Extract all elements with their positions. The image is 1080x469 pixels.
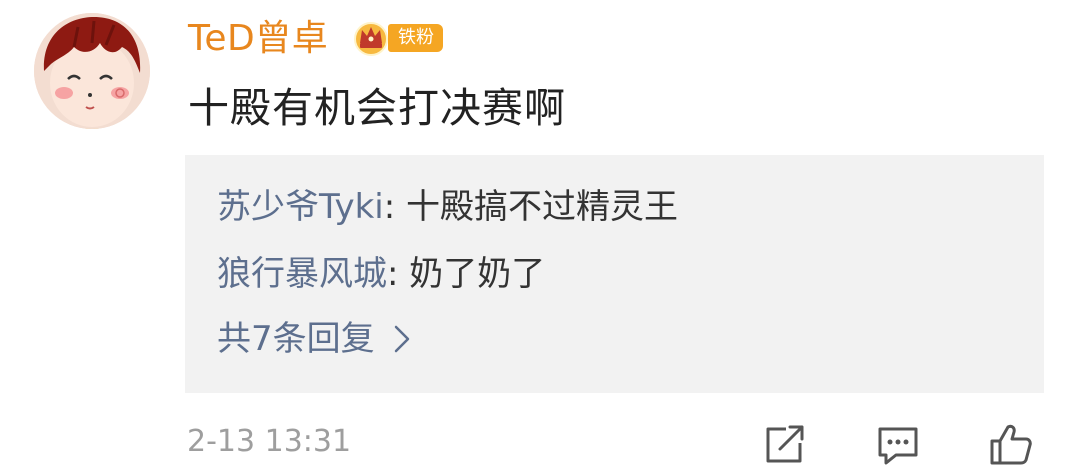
reply-text: 十殿搞不过精灵王 [406, 187, 678, 227]
reply-preview-box[interactable]: 苏少爷Tyki: 十殿搞不过精灵王 狼行暴风城: 奶了奶了 共7条回复 [185, 155, 1044, 393]
view-all-replies-link[interactable]: 共7条回复 [217, 317, 411, 361]
reply-author[interactable]: 狼行暴风城 [217, 254, 387, 294]
share-button[interactable] [760, 421, 808, 467]
like-button[interactable] [986, 421, 1034, 467]
reply-separator: : [383, 187, 406, 227]
chevron-right-icon [393, 324, 411, 354]
cartoon-face-avatar-icon [34, 13, 150, 129]
timestamp: 2-13 13:31 [187, 424, 352, 459]
badge-label: 铁粉 [388, 24, 443, 52]
fan-badge[interactable]: 铁粉 [352, 20, 443, 56]
comment-icon [878, 427, 918, 465]
comment-text: 十殿有机会打决赛啊 [188, 84, 566, 132]
share-icon [766, 425, 804, 463]
reply-item[interactable]: 狼行暴风城: 奶了奶了 [217, 252, 545, 296]
reply-text: 奶了奶了 [409, 254, 546, 294]
reply-count-label: 共7条回复 [217, 319, 375, 359]
avatar[interactable] [34, 13, 150, 129]
reply-item[interactable]: 苏少爷Tyki: 十殿搞不过精灵王 [217, 185, 678, 229]
reply-author[interactable]: 苏少爷Tyki [217, 187, 384, 227]
username[interactable]: TeD曾卓 [188, 17, 328, 61]
thumbs-up-icon [990, 424, 1032, 465]
reply-separator: : [387, 254, 410, 294]
comment-button[interactable] [874, 421, 922, 467]
